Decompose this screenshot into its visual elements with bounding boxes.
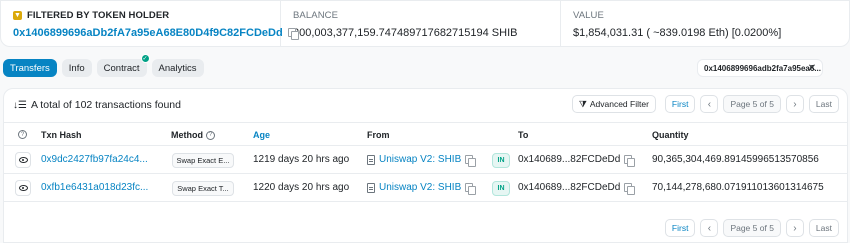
value-amount: $1,854,031.31 ( ~839.0198 Eth) [0.0200%] bbox=[573, 27, 782, 39]
txn-hash-header: Txn Hash bbox=[41, 130, 82, 140]
copy-icon[interactable] bbox=[624, 182, 636, 195]
to-cell: 0x140689...82FCDeDd bbox=[518, 154, 636, 167]
token-holder-summary-card: ▼ FILTERED BY TOKEN HOLDER 0x1406899696a… bbox=[0, 0, 850, 47]
from-cell: Uniswap V2: SHIB bbox=[367, 154, 477, 167]
sort-icon: ↓☰ bbox=[13, 99, 27, 111]
holder-address-row: 0x1406899696aDb2fA7a95eA68E80D4f9C82FCDe… bbox=[13, 27, 299, 40]
verified-check-icon: ✓ bbox=[140, 54, 150, 63]
first-page-button[interactable]: First bbox=[664, 219, 696, 237]
txn-hash-link[interactable]: 0x9dc2427fb97fa24c4... bbox=[41, 154, 148, 165]
question-icon[interactable]: ? bbox=[206, 130, 215, 140]
prev-page-button[interactable]: ‹ bbox=[700, 219, 719, 237]
prev-page-button[interactable]: ‹ bbox=[700, 95, 719, 113]
question-icon[interactable]: ? bbox=[18, 130, 27, 139]
info-column-header: ? bbox=[18, 130, 27, 139]
from-cell: Uniswap V2: SHIB bbox=[367, 182, 477, 195]
txn-hash-link[interactable]: 0xfb1e6431a018d23fc... bbox=[41, 182, 148, 193]
next-page-button[interactable]: › bbox=[785, 95, 804, 113]
transfers-table-card: ↓☰ A total of 102 transactions found ⧩ A… bbox=[3, 88, 848, 243]
page-indicator: Page 5 of 5 bbox=[723, 95, 781, 113]
direction-in-badge: IN bbox=[492, 153, 510, 168]
contract-icon bbox=[367, 182, 375, 193]
view-details-button[interactable] bbox=[15, 152, 31, 168]
table-toolbar: ⧩ Advanced Filter First ‹ Page 5 of 5 › … bbox=[571, 95, 839, 113]
transaction-count: ↓☰ A total of 102 transactions found bbox=[13, 99, 181, 111]
from-link[interactable]: Uniswap V2: SHIB bbox=[379, 154, 461, 165]
transaction-count-text: A total of 102 transactions found bbox=[30, 99, 181, 111]
value-label: VALUE bbox=[573, 10, 604, 21]
tab-transfers[interactable]: Transfers bbox=[3, 59, 57, 77]
method-badge: Swap Exact E... bbox=[172, 153, 234, 168]
method-header-label: Method bbox=[171, 130, 203, 140]
bottom-pager: First ‹ Page 5 of 5 › Last bbox=[664, 219, 839, 237]
next-page-button[interactable]: › bbox=[785, 219, 804, 237]
last-page-button[interactable]: Last bbox=[808, 95, 839, 113]
quantity-cell: 70,144,278,680.071911013601314675 bbox=[652, 182, 824, 193]
to-address: 0x140689...82FCDeDd bbox=[518, 182, 621, 193]
advanced-filter-button[interactable]: ⧩ Advanced Filter bbox=[571, 95, 656, 113]
method-header: Method ? bbox=[171, 130, 215, 140]
filter-label-text: FILTERED BY TOKEN HOLDER bbox=[27, 10, 170, 21]
filter-icon: ⧩ bbox=[578, 98, 587, 109]
to-address: 0x140689...82FCDeDd bbox=[518, 154, 621, 165]
page-indicator: Page 5 of 5 bbox=[723, 219, 781, 237]
balance-column: BALANCE 200,003,377,159.7474897176827151… bbox=[281, 1, 561, 46]
balance-label: BALANCE bbox=[293, 10, 339, 21]
eye-icon bbox=[18, 185, 28, 191]
copy-icon[interactable] bbox=[465, 154, 477, 167]
filter-column: ▼ FILTERED BY TOKEN HOLDER 0x1406899696a… bbox=[1, 1, 299, 46]
tab-contract-label: Contract bbox=[103, 62, 140, 74]
tab-info[interactable]: Info bbox=[61, 59, 92, 77]
table-row: 0x9dc2427fb97fa24c4... Swap Exact E... 1… bbox=[4, 147, 847, 174]
tab-bar: Transfers Info Contract ✓ Analytics bbox=[3, 54, 204, 77]
from-header: From bbox=[367, 130, 390, 140]
balance-value: 200,003,377,159.747489717682715194 SHIB bbox=[293, 27, 518, 39]
contract-icon bbox=[367, 154, 375, 165]
value-column: VALUE $1,854,031.31 ( ~839.0198 Eth) [0.… bbox=[561, 1, 849, 46]
table-row: 0xfb1e6431a018d23fc... Swap Exact T... 1… bbox=[4, 175, 847, 202]
eye-icon bbox=[18, 157, 28, 163]
holder-address-link[interactable]: 0x1406899696aDb2fA7a95eA68E80D4f9C82FCDe… bbox=[13, 27, 283, 39]
quantity-cell: 90,365,304,469.89145996513570856 bbox=[652, 154, 819, 165]
tab-contract[interactable]: Contract ✓ bbox=[96, 54, 150, 77]
close-icon[interactable]: ✕ bbox=[804, 60, 820, 76]
view-details-button[interactable] bbox=[15, 180, 31, 196]
method-badge: Swap Exact T... bbox=[172, 181, 234, 196]
table-header: ? Txn Hash Method ? Age From To Quantity bbox=[4, 122, 847, 146]
copy-icon[interactable] bbox=[624, 154, 636, 167]
to-cell: 0x140689...82FCDeDd bbox=[518, 182, 636, 195]
advanced-filter-label: Advanced Filter bbox=[589, 99, 649, 109]
filter-label: ▼ FILTERED BY TOKEN HOLDER bbox=[13, 10, 268, 21]
first-page-button[interactable]: First bbox=[664, 95, 696, 113]
age-cell: 1219 days 20 hrs ago bbox=[253, 154, 350, 165]
token-filter-icon: ▼ bbox=[13, 11, 22, 20]
to-header: To bbox=[518, 130, 529, 140]
from-link[interactable]: Uniswap V2: SHIB bbox=[379, 182, 461, 193]
copy-icon[interactable] bbox=[465, 182, 477, 195]
age-cell: 1220 days 20 hrs ago bbox=[253, 182, 350, 193]
quantity-header: Quantity bbox=[652, 130, 689, 140]
last-page-button[interactable]: Last bbox=[808, 219, 839, 237]
direction-in-badge: IN bbox=[492, 181, 510, 196]
tab-analytics[interactable]: Analytics bbox=[151, 59, 204, 77]
age-header[interactable]: Age bbox=[253, 130, 270, 140]
